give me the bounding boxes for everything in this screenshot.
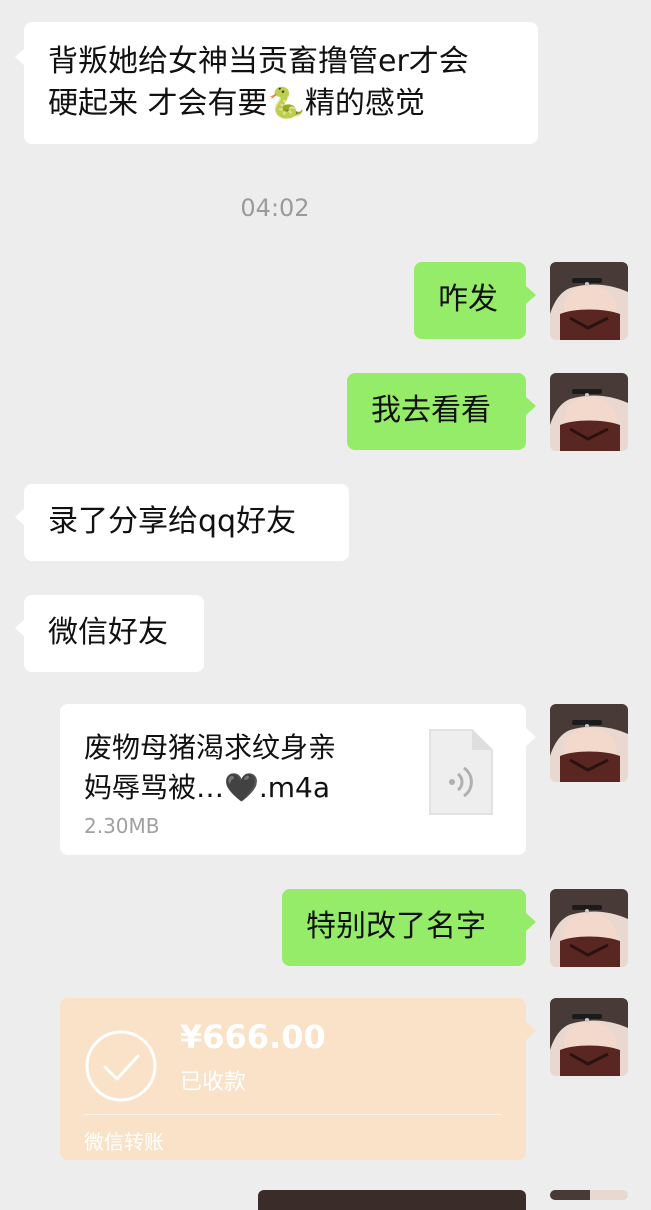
image-message[interactable] <box>258 1190 526 1210</box>
incoming-message-bubble[interactable]: 录了分享给qq好友 <box>24 484 349 561</box>
bubble-tail <box>526 286 536 304</box>
transfer-label: 微信转账 <box>84 1130 164 1154</box>
message-text: 我去看看 <box>371 393 491 428</box>
outgoing-message-bubble[interactable]: 特别改了名字 <box>282 889 526 966</box>
divider <box>84 1114 502 1115</box>
file-name-line: 废物母猪渴求纹身亲 <box>84 731 337 764</box>
transfer-card[interactable]: ¥666.00 已收款 微信转账 <box>60 998 526 1160</box>
incoming-message-bubble[interactable]: 微信好友 <box>24 595 204 672</box>
avatar[interactable] <box>550 889 628 967</box>
avatar[interactable] <box>550 998 628 1076</box>
message-text: 咋发 <box>438 282 498 317</box>
incoming-message-bubble[interactable]: 背叛她给女神当贡畜撸管er才会 硬起来 才会有要🐍精的感觉 <box>24 22 538 144</box>
file-size: 2.30MB <box>84 814 160 838</box>
outgoing-message-bubble[interactable]: 咋发 <box>414 262 526 339</box>
timestamp: 04:02 <box>240 194 310 222</box>
message-text-line: 硬起来 才会有要🐍精的感觉 <box>48 86 425 121</box>
message-text-line: 背叛她给女神当贡畜撸管er才会 <box>48 44 469 79</box>
transfer-status: 已收款 <box>180 1070 247 1095</box>
file-name-line: 妈辱骂被…🖤.m4a <box>84 771 331 804</box>
file-message-card[interactable]: 废物母猪渴求纹身亲 妈辱骂被…🖤.m4a 2.30MB <box>60 704 526 855</box>
message-text: 微信好友 <box>48 615 168 650</box>
bubble-tail <box>526 397 536 415</box>
check-circle-icon <box>84 1029 158 1107</box>
message-text: 特别改了名字 <box>306 909 486 944</box>
audio-file-icon <box>428 728 494 820</box>
outgoing-message-bubble[interactable]: 我去看看 <box>347 373 526 450</box>
bubble-tail <box>526 913 536 931</box>
avatar[interactable] <box>550 262 628 340</box>
avatar[interactable] <box>550 704 628 782</box>
avatar[interactable] <box>550 1190 628 1200</box>
bubble-tail <box>526 1022 536 1040</box>
transfer-amount: ¥666.00 <box>180 1018 326 1056</box>
message-text: 录了分享给qq好友 <box>48 504 297 539</box>
avatar[interactable] <box>550 373 628 451</box>
bubble-tail <box>526 728 536 746</box>
